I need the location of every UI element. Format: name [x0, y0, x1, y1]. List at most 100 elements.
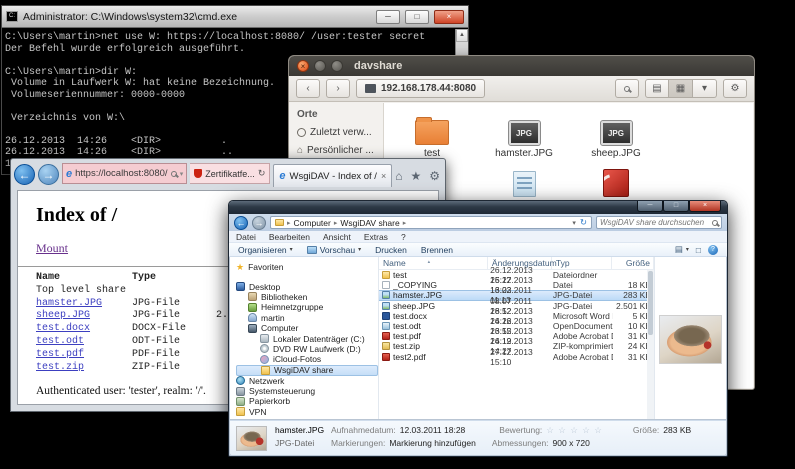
- sidebar-item-netzwerk[interactable]: Netzwerk: [236, 376, 378, 386]
- column-header-date[interactable]: Änderungsdatum: [488, 257, 552, 270]
- burn-button[interactable]: Brennen: [421, 245, 453, 255]
- tags-add-link[interactable]: Markierung hinzufügen: [389, 438, 475, 448]
- maximize-button[interactable]: □: [663, 201, 689, 212]
- tab-close-icon[interactable]: ×: [381, 171, 386, 181]
- maximize-button[interactable]: □: [405, 10, 429, 24]
- odt-doc-icon: [382, 322, 390, 330]
- sidebar-item-recent[interactable]: Zuletzt verw...: [297, 127, 383, 138]
- url-text[interactable]: https://localhost:8080/: [75, 168, 168, 179]
- breadcrumb-computer[interactable]: Computer: [294, 218, 331, 228]
- menu-help[interactable]: ?: [401, 232, 406, 242]
- help-icon[interactable]: ?: [708, 245, 718, 255]
- maximize-icon[interactable]: [331, 60, 343, 72]
- sidebar-item-martin[interactable]: martin: [236, 313, 378, 323]
- close-button[interactable]: ×: [689, 201, 721, 212]
- grid-view-button[interactable]: ▦: [669, 79, 693, 98]
- nautilus-title-bar[interactable]: × davshare: [289, 56, 754, 76]
- rating-stars[interactable]: ☆ ☆ ☆ ☆ ☆: [546, 425, 603, 436]
- sidebar-item-dvd-laufwerk[interactable]: DVD RW Laufwerk (D:): [236, 344, 378, 354]
- chevron-down-icon[interactable]: ▾: [180, 170, 184, 178]
- star-icon: ★: [236, 263, 244, 272]
- back-button[interactable]: ←: [234, 216, 248, 230]
- libraries-icon: [248, 292, 257, 301]
- file-item-sheep[interactable]: JPG sheep.JPG: [570, 107, 662, 159]
- sidebar-item-computer[interactable]: Computer: [236, 323, 378, 333]
- menu-extras[interactable]: Extras: [364, 232, 388, 242]
- sidebar-item-favoriten[interactable]: ★Favoriten: [236, 262, 378, 272]
- home-icon[interactable]: ⌂: [395, 169, 402, 183]
- file-link[interactable]: sheep.JPG: [36, 310, 90, 321]
- scroll-up-icon[interactable]: ▲: [456, 29, 468, 42]
- refresh-icon[interactable]: ↻: [258, 168, 266, 179]
- breadcrumb[interactable]: ▸ Computer ▸ WsgiDAV share ▸ ▾ ↻: [270, 216, 592, 229]
- file-row-pdf2[interactable]: test2.pdf27.12.2013 15:10Adobe Acrobat D…: [379, 352, 654, 362]
- breadcrumb-sep-icon: ▸: [334, 219, 338, 227]
- print-button[interactable]: Drucken: [375, 245, 407, 255]
- address-dropdown-chevron[interactable]: ▾: [572, 219, 576, 227]
- sidebar-item-wsgidav-share[interactable]: WsgiDAV share: [236, 365, 378, 376]
- close-icon[interactable]: ×: [297, 60, 309, 72]
- back-button[interactable]: ←: [14, 164, 35, 185]
- minimize-icon[interactable]: [314, 60, 326, 72]
- file-link[interactable]: test.docx: [36, 323, 90, 334]
- drive-icon: [260, 334, 269, 343]
- search-input[interactable]: [600, 218, 709, 227]
- file-link[interactable]: test.odt: [36, 336, 84, 347]
- sidebar-item-desktop[interactable]: Desktop: [236, 281, 378, 291]
- search-icon[interactable]: [171, 171, 177, 177]
- breadcrumb-wsgidav-share[interactable]: WsgiDAV share: [340, 218, 399, 228]
- cmd-title-bar[interactable]: C: Administrator: C:\Windows\system32\cm…: [2, 6, 468, 28]
- file-link[interactable]: test.pdf: [36, 349, 84, 360]
- location-button[interactable]: 192.168.178.44:8080: [356, 79, 485, 98]
- gear-button[interactable]: ⚙: [723, 79, 747, 98]
- forward-button[interactable]: ›: [326, 79, 350, 98]
- favorites-star-icon[interactable]: ★: [410, 169, 421, 183]
- column-type: Type: [132, 272, 210, 285]
- menu-bearbeiten[interactable]: Bearbeiten: [269, 232, 310, 242]
- close-button[interactable]: ×: [434, 10, 464, 24]
- menu-ansicht[interactable]: Ansicht: [323, 232, 351, 242]
- sidebar-item-systemsteuerung[interactable]: Systemsteuerung: [236, 386, 378, 396]
- sidebar-item-vpn[interactable]: VPN: [236, 407, 378, 417]
- browser-tab[interactable]: e WsgiDAV - Index of / ×: [273, 164, 392, 187]
- refresh-icon[interactable]: ↻: [580, 217, 587, 228]
- settings-gear-icon[interactable]: ⚙: [429, 169, 440, 183]
- certificate-error-button[interactable]: Zertifikatfe... ↻: [190, 163, 270, 184]
- list-view-button[interactable]: ▤: [645, 79, 669, 98]
- sidebar-item-papierkorb[interactable]: Papierkorb: [236, 396, 378, 406]
- views-button[interactable]: ▤▾: [675, 244, 689, 255]
- sidebar-item-label: Zuletzt verw...: [310, 127, 372, 138]
- organize-button[interactable]: Organisieren▾: [238, 245, 293, 255]
- column-header-type[interactable]: Typ: [552, 257, 612, 270]
- scrollbar-thumb[interactable]: [648, 271, 653, 335]
- preview-pane-toggle[interactable]: □: [696, 245, 701, 255]
- view-options-chevron[interactable]: ▾: [693, 79, 717, 98]
- column-name: Name: [36, 272, 132, 285]
- back-button[interactable]: ‹: [296, 79, 320, 98]
- sidebar-item-lokaler-datentraeger[interactable]: Lokaler Datenträger (C:): [236, 333, 378, 343]
- forward-button[interactable]: →: [252, 216, 266, 230]
- menu-datei[interactable]: Datei: [236, 232, 256, 242]
- file-item-test[interactable]: test: [386, 107, 478, 159]
- preview-button[interactable]: Vorschau▾: [307, 245, 361, 255]
- rating-label: Bewertung:: [499, 425, 542, 435]
- address-bar[interactable]: e https://localhost:8080/ ▾: [62, 163, 187, 184]
- sidebar-item-home[interactable]: ⌂ Persönlicher ...: [297, 145, 383, 156]
- column-header-name[interactable]: ▴Name: [379, 257, 488, 270]
- icloud-icon: [260, 355, 269, 364]
- search-button[interactable]: [615, 79, 639, 98]
- sidebar-item-icloud-fotos[interactable]: iCloud-Fotos: [236, 354, 378, 364]
- file-link[interactable]: hamster.JPG: [36, 298, 102, 309]
- search-box[interactable]: [596, 216, 722, 229]
- minimize-button[interactable]: ─: [637, 201, 663, 212]
- sidebar-item-heimnetzgruppe[interactable]: Heimnetzgruppe: [236, 302, 378, 312]
- mount-link[interactable]: Mount: [36, 241, 68, 255]
- forward-button[interactable]: →: [38, 164, 59, 185]
- column-header-size[interactable]: Größe: [612, 257, 654, 270]
- file-item-hamster[interactable]: JPG hamster.JPG: [478, 107, 570, 159]
- sidebar-item-bibliotheken[interactable]: Bibliotheken: [236, 292, 378, 302]
- minimize-button[interactable]: ─: [376, 10, 400, 24]
- file-link[interactable]: test.zip: [36, 362, 84, 373]
- explorer-title-bar[interactable]: ─ □ ×: [229, 201, 727, 214]
- list-scrollbar[interactable]: [647, 270, 654, 419]
